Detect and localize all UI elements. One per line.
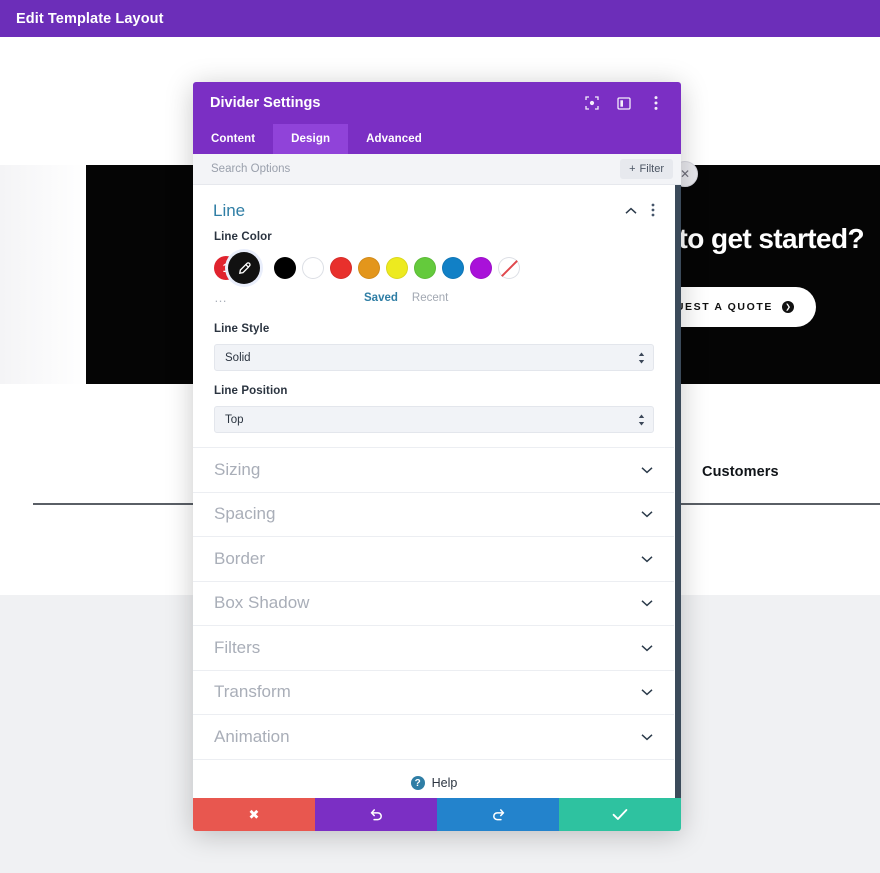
modal-tabs: Content Design Advanced bbox=[193, 124, 681, 154]
redo-icon bbox=[491, 807, 506, 822]
hero-heading: d to get started? bbox=[654, 223, 865, 254]
eyedropper-icon[interactable] bbox=[228, 252, 260, 284]
modal-header-actions bbox=[583, 94, 669, 112]
line-style-select[interactable]: Solid bbox=[214, 344, 654, 371]
line-position-select[interactable]: Top bbox=[214, 406, 654, 433]
swatch-black[interactable] bbox=[274, 257, 296, 279]
swatch-white[interactable] bbox=[302, 257, 324, 279]
modal-scrollbar[interactable] bbox=[674, 185, 681, 798]
saved-colors-tab[interactable]: Saved bbox=[364, 292, 398, 304]
cancel-button[interactable]: ✖ bbox=[193, 798, 315, 831]
modal-scrollbar-thumb[interactable] bbox=[675, 185, 681, 798]
help-label: Help bbox=[431, 776, 458, 790]
section-animation-title: Animation bbox=[214, 726, 290, 746]
line-position-value: Top bbox=[225, 413, 244, 426]
filter-button[interactable]: + Filter bbox=[620, 159, 673, 179]
swatch-red[interactable] bbox=[330, 257, 352, 279]
modal-header: Divider Settings bbox=[193, 82, 681, 124]
chevron-down-icon[interactable] bbox=[641, 686, 653, 698]
more-vertical-icon[interactable] bbox=[647, 94, 665, 112]
help-row[interactable]: ? Help bbox=[193, 758, 675, 799]
section-border[interactable]: Border bbox=[193, 536, 675, 581]
section-transform-title: Transform bbox=[214, 682, 291, 702]
focus-target-icon[interactable] bbox=[583, 94, 601, 112]
tab-content[interactable]: Content bbox=[193, 124, 273, 154]
line-color-label: Line Color bbox=[214, 231, 272, 243]
color-swatch-row: 1 bbox=[214, 252, 654, 284]
swatch-transparent[interactable] bbox=[498, 257, 520, 279]
panel-layout-icon[interactable] bbox=[615, 94, 633, 112]
line-style-field: Line Style Solid bbox=[193, 323, 675, 371]
section-line-title: Line bbox=[213, 201, 246, 220]
section-line: Line Line Color 1 … Saved Recent Line St… bbox=[193, 185, 675, 447]
tab-design[interactable]: Design bbox=[273, 124, 349, 154]
ellipsis-horizontal-icon[interactable]: … bbox=[214, 290, 364, 305]
customers-heading: Customers bbox=[702, 464, 779, 480]
chevron-down-icon[interactable] bbox=[641, 553, 653, 565]
line-style-value: Solid bbox=[225, 351, 251, 364]
admin-topbar: Edit Template Layout bbox=[0, 0, 880, 37]
line-position-field: Line Position Top bbox=[193, 385, 675, 433]
chevron-down-icon[interactable] bbox=[641, 731, 653, 743]
section-box-shadow-title: Box Shadow bbox=[214, 593, 310, 613]
section-line-header[interactable]: Line bbox=[193, 185, 675, 231]
screen: Edit Template Layout d to get started? R… bbox=[0, 0, 880, 873]
chevron-down-icon[interactable] bbox=[641, 642, 653, 654]
color-picker-control[interactable]: 1 bbox=[214, 252, 268, 284]
section-box-shadow[interactable]: Box Shadow bbox=[193, 580, 675, 626]
preview-left-gutter bbox=[0, 165, 86, 384]
section-line-menu-icon[interactable] bbox=[651, 203, 655, 219]
section-spacing[interactable]: Spacing bbox=[193, 491, 675, 537]
filter-button-label: Filter bbox=[639, 163, 664, 175]
close-icon: ✖ bbox=[248, 806, 260, 822]
section-border-title: Border bbox=[214, 548, 266, 568]
recent-colors-tab[interactable]: Recent bbox=[412, 292, 448, 304]
stepper-arrows-icon bbox=[638, 414, 645, 426]
section-transform[interactable]: Transform bbox=[193, 669, 675, 715]
arrow-right-circle-icon: ❯ bbox=[782, 301, 794, 313]
swatch-meta-row: … Saved Recent bbox=[193, 286, 675, 305]
section-animation[interactable]: Animation bbox=[193, 714, 675, 759]
modal-title: Divider Settings bbox=[210, 95, 321, 111]
modal-footer: ✖ bbox=[193, 798, 681, 831]
undo-button[interactable] bbox=[315, 798, 437, 831]
line-color-field: Line Color 1 bbox=[193, 231, 675, 284]
swatch-orange[interactable] bbox=[358, 257, 380, 279]
stepper-arrows-icon bbox=[638, 352, 645, 364]
swatch-green[interactable] bbox=[414, 257, 436, 279]
modal-body: Line Line Color 1 … Saved Recent Line St… bbox=[193, 185, 681, 798]
section-sizing[interactable]: Sizing bbox=[193, 447, 675, 492]
section-sizing-title: Sizing bbox=[214, 459, 261, 479]
swatch-yellow[interactable] bbox=[386, 257, 408, 279]
search-bar: + Filter bbox=[193, 154, 681, 185]
swatch-purple[interactable] bbox=[470, 257, 492, 279]
line-style-label: Line Style bbox=[214, 323, 270, 335]
chevron-up-icon[interactable] bbox=[625, 205, 637, 217]
save-button[interactable] bbox=[559, 798, 681, 831]
page-title: Edit Template Layout bbox=[16, 10, 164, 27]
divider-settings-modal: Divider Settings Content Design Advanced… bbox=[193, 82, 681, 831]
chevron-down-icon[interactable] bbox=[641, 464, 653, 476]
chevron-down-icon[interactable] bbox=[641, 597, 653, 609]
redo-button[interactable] bbox=[437, 798, 559, 831]
settings-scroll-area: Line Line Color 1 … Saved Recent Line St… bbox=[193, 185, 675, 798]
swatch-blue[interactable] bbox=[442, 257, 464, 279]
check-icon bbox=[612, 808, 628, 821]
undo-icon bbox=[369, 807, 384, 822]
line-position-label: Line Position bbox=[214, 385, 288, 397]
section-filters-title: Filters bbox=[214, 637, 261, 657]
question-mark-icon: ? bbox=[410, 776, 425, 790]
section-spacing-title: Spacing bbox=[214, 504, 276, 524]
chevron-down-icon[interactable] bbox=[641, 508, 653, 520]
tab-advanced[interactable]: Advanced bbox=[348, 124, 440, 154]
plus-icon: + bbox=[629, 163, 636, 175]
search-input[interactable] bbox=[211, 163, 621, 175]
section-filters[interactable]: Filters bbox=[193, 625, 675, 670]
